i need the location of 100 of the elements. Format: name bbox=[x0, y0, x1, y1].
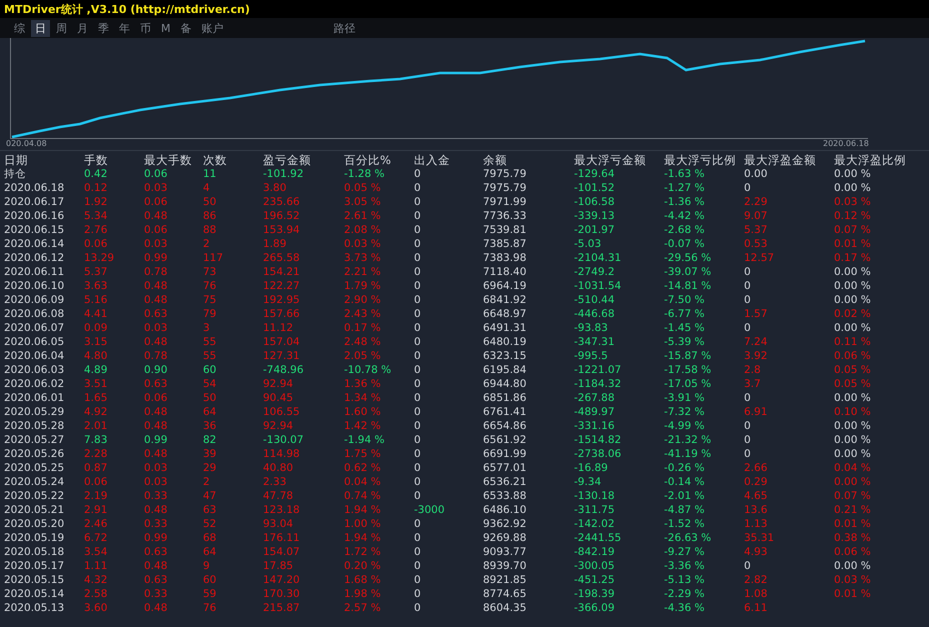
table-cell-text: -489.97 bbox=[574, 406, 616, 418]
period-tab[interactable]: 路径 bbox=[330, 20, 360, 36]
table-cell-text: -1.94 % bbox=[344, 434, 386, 446]
period-tab[interactable]: 综 bbox=[10, 20, 29, 36]
period-tab[interactable]: M bbox=[157, 20, 174, 36]
period-tab[interactable]: 账户 bbox=[198, 20, 228, 36]
table-cell-text: 5.37 bbox=[84, 266, 108, 278]
table-cell-text: 39 bbox=[203, 448, 218, 460]
table-cell-text: 0 bbox=[414, 574, 422, 586]
table-cell-text: -15.87 % bbox=[664, 350, 712, 362]
table-cell-text: 1.68 % bbox=[344, 574, 382, 586]
table-cell-text: 1.57 bbox=[744, 308, 768, 320]
period-tab[interactable]: 周 bbox=[52, 20, 71, 36]
table-cell-text: 0.62 % bbox=[344, 462, 382, 474]
table-cell-text: 6491.31 bbox=[483, 322, 528, 334]
table-cell-text: 2.43 % bbox=[344, 308, 382, 320]
table-cell-text: 60 bbox=[203, 574, 218, 586]
period-tab[interactable]: 币 bbox=[136, 20, 155, 36]
table-cell-text: 1.98 % bbox=[344, 588, 382, 600]
table-cell-text: 1.72 % bbox=[344, 546, 382, 558]
table-cell-text: 2020.06.05 bbox=[4, 336, 66, 348]
table-cell-text: -347.31 bbox=[574, 336, 616, 348]
table-cell-text: 0.53 bbox=[744, 238, 768, 250]
period-tab[interactable]: 日 bbox=[31, 20, 50, 36]
table-cell-text: 0.17 % bbox=[834, 252, 872, 264]
table-cell-text: 0.00 % bbox=[834, 294, 872, 306]
table-cell-text: 154.07 bbox=[263, 546, 301, 558]
table-cell-text: 2020.05.19 bbox=[4, 532, 66, 544]
table-cell-text: 0 bbox=[414, 490, 422, 502]
table-cell-text: 0 bbox=[744, 294, 752, 306]
table-cell-text: 2020.06.16 bbox=[4, 210, 66, 222]
table-cell-text: 0.03 bbox=[144, 238, 168, 250]
table-cell-text: -1221.07 bbox=[574, 364, 622, 376]
table-cell-text: 0.48 bbox=[144, 420, 168, 432]
table-cell-text: 0.01 % bbox=[834, 518, 872, 530]
table-cell-text: 0 bbox=[414, 364, 422, 376]
table-cell-text: 0 bbox=[414, 280, 422, 292]
table-cell-text: -130.07 bbox=[263, 434, 305, 446]
column-header: 手数 bbox=[84, 153, 109, 168]
table-cell-text: -2.68 % bbox=[664, 224, 706, 236]
table-cell-text: 4.93 bbox=[744, 546, 768, 558]
table-cell-text: 76 bbox=[203, 602, 218, 614]
table-cell-text: 3.63 bbox=[84, 280, 108, 292]
table-cell-text: 1.79 % bbox=[344, 280, 382, 292]
table-cell-text: -842.19 bbox=[574, 546, 616, 558]
table-cell-text: 215.87 bbox=[263, 602, 301, 614]
table-cell-text: -510.44 bbox=[574, 294, 616, 306]
table-cell-text: -41.19 % bbox=[664, 448, 712, 460]
table-cell-text: 0 bbox=[414, 224, 422, 236]
table-cell-text: 64 bbox=[203, 406, 218, 418]
table-cell-text: 0.00 % bbox=[834, 448, 872, 460]
table-cell-text: 54 bbox=[203, 378, 218, 390]
table-cell-text: 2020.06.08 bbox=[4, 308, 66, 320]
period-tab[interactable]: 备 bbox=[176, 20, 196, 36]
table-cell-text: 114.98 bbox=[263, 448, 301, 460]
table-cell-text: 123.18 bbox=[263, 504, 301, 516]
table-cell-text: -2749.2 bbox=[574, 266, 616, 278]
period-tab[interactable]: 月 bbox=[73, 20, 92, 36]
table-cell-text: 6654.86 bbox=[483, 420, 528, 432]
table-cell-text: 17.85 bbox=[263, 560, 294, 572]
table-cell-text: -3000 bbox=[414, 504, 446, 516]
table-cell-text: 176.11 bbox=[263, 532, 301, 544]
table-cell-text: 0 bbox=[744, 434, 752, 446]
table-cell-text: 2020.06.14 bbox=[4, 238, 66, 250]
table-cell-text: 2.05 % bbox=[344, 350, 382, 362]
table-cell-text: 13.29 bbox=[84, 252, 116, 264]
table-cell-text: 0.10 % bbox=[834, 406, 872, 418]
table-cell-text: 68 bbox=[203, 532, 218, 544]
table-cell-text: 4.80 bbox=[84, 350, 108, 362]
table-cell-text: 0 bbox=[744, 392, 752, 404]
table-cell-text: 92.94 bbox=[263, 420, 294, 432]
table-cell-text: -300.05 bbox=[574, 560, 616, 572]
table-cell-text: -1.63 % bbox=[664, 168, 706, 180]
table-cell-text: 0.06 bbox=[144, 392, 168, 404]
table-cell-text: 2.66 bbox=[744, 462, 768, 474]
table-cell-text: 2020.05.24 bbox=[4, 476, 66, 488]
column-header: 余额 bbox=[483, 153, 508, 168]
period-tab[interactable]: 年 bbox=[115, 20, 134, 36]
period-tab[interactable]: 季 bbox=[94, 20, 113, 36]
table-cell-text: 0.05 % bbox=[834, 364, 872, 376]
table-cell-text: -21.32 % bbox=[664, 434, 712, 446]
table-cell-text: -129.64 bbox=[574, 168, 616, 180]
table-cell-text: 157.66 bbox=[263, 308, 301, 320]
table-cell-text: 7975.79 bbox=[483, 168, 528, 180]
table-cell-text: -2104.31 bbox=[574, 252, 622, 264]
column-header: 最大浮亏金额 bbox=[574, 153, 647, 168]
table-cell-text: 2.91 bbox=[84, 504, 108, 516]
table-cell-text: 1.34 % bbox=[344, 392, 382, 404]
table-cell-text: 3.7 bbox=[744, 378, 762, 390]
table-cell-text: 50 bbox=[203, 392, 218, 404]
table-cell-text: -0.14 % bbox=[664, 476, 706, 488]
table-cell-text: -1031.54 bbox=[574, 280, 622, 292]
table-cell-text: 2020.05.25 bbox=[4, 462, 66, 474]
table-cell-text: 7975.79 bbox=[483, 182, 528, 194]
table-cell-text: -339.13 bbox=[574, 210, 616, 222]
table-cell-text: 9362.92 bbox=[483, 518, 528, 530]
table-cell-text: 0.99 bbox=[144, 434, 168, 446]
table-cell-text: 4.89 bbox=[84, 364, 108, 376]
table-cell-text: 0.20 % bbox=[344, 560, 382, 572]
table-cell-text: 2020.06.18 bbox=[4, 182, 66, 194]
